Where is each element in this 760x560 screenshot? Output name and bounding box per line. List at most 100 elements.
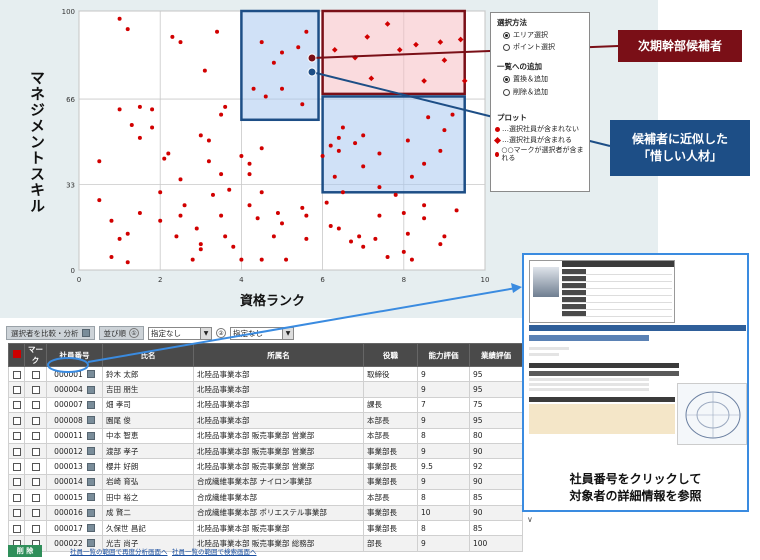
row-mark-cell[interactable] [24,473,47,491]
employee-id-link[interactable]: 000016 [54,508,83,517]
radio-replace-add[interactable]: 置換＆追加 [503,74,548,84]
employee-id-cell[interactable]: 000014 [46,473,103,491]
radio-area-select[interactable]: エリア選択 [503,30,548,40]
row-checkbox[interactable] [12,416,21,425]
table-row[interactable]: 000007 畑 孝司 北陸品事業本部 課長 7 75 [8,396,523,414]
row-select-cell[interactable] [8,412,25,429]
employee-id-link[interactable]: 000004 [54,385,83,394]
mark-checkbox[interactable] [31,386,40,395]
mark-checkbox[interactable] [31,447,40,456]
row-select-cell[interactable] [8,442,25,460]
row-checkbox[interactable] [12,463,21,472]
employee-id-cell[interactable]: 000004 [46,381,103,398]
table-row[interactable]: 000014 岩崎 育弘 合成繊維事業本部 ナイロン事業部 事業部長 9 90 [8,473,523,491]
row-select-cell[interactable] [8,519,25,537]
row-mark-cell[interactable] [24,458,47,475]
row-select-cell[interactable] [8,458,25,475]
row-mark-cell[interactable] [24,381,47,398]
employee-id-cell[interactable]: 000001 [46,365,103,383]
row-mark-cell[interactable] [24,519,47,537]
mark-checkbox[interactable] [31,463,40,472]
table-row[interactable]: 000013 櫻井 好朗 北陸品事業本部 販売事業部 営業部 事業部長 9.5 92 [8,458,523,475]
employee-id-link[interactable]: 000008 [54,416,83,425]
radio-icon[interactable] [503,31,510,39]
row-mark-cell[interactable] [24,442,47,460]
detail-icon[interactable] [86,400,95,409]
detail-icon[interactable] [86,477,95,486]
detail-icon[interactable] [86,385,95,394]
table-row[interactable]: 000016 成 賢二 合成繊維事業本部 ポリエステル事業部 事業部長 10 90 [8,504,523,521]
radio-point-select[interactable]: ポイント選択 [503,42,555,52]
employee-id-cell[interactable]: 000008 [46,412,103,429]
table-row[interactable]: 000012 渡部 孝子 北陸品事業本部 販売事業部 営業部 事業部長 9 90 [8,442,523,460]
employee-id-cell[interactable]: 000017 [46,519,103,537]
sort-select-1[interactable]: 指定なし ▼ [148,326,212,340]
employee-id-cell[interactable]: 000013 [46,458,103,475]
employee-id-cell[interactable]: 000007 [46,396,103,414]
row-mark-cell[interactable] [24,504,47,521]
table-row[interactable]: 000015 田中 裕之 合成繊維事業本部 本部長 8 85 [8,489,523,506]
row-checkbox[interactable] [12,370,21,379]
employee-id-link[interactable]: 000013 [54,462,83,471]
employee-id-cell[interactable]: 000011 [46,427,103,444]
employee-id-cell[interactable]: 000015 [46,489,103,506]
row-select-cell[interactable] [8,365,25,383]
detail-icon[interactable] [86,524,95,533]
table-row[interactable]: 000001 鈴木 太郎 北陸品事業本部 取締役 9 95 [8,365,523,383]
header-select-all[interactable] [8,343,25,367]
detail-icon[interactable] [86,462,95,471]
employee-id-link[interactable]: 000007 [54,400,83,409]
mark-checkbox[interactable] [31,478,40,487]
sort-order-button[interactable]: 並び順 ① [98,326,144,340]
row-mark-cell[interactable] [24,489,47,506]
scroll-down-icon[interactable]: ∨ [527,515,533,524]
mark-checkbox[interactable] [31,416,40,425]
row-select-cell[interactable] [8,396,25,414]
row-mark-cell[interactable] [24,412,47,429]
employee-id-link[interactable]: 000017 [54,524,83,533]
compare-analyze-button[interactable]: 選択者を比較・分析 [6,326,95,340]
mark-checkbox[interactable] [31,524,40,533]
mark-checkbox[interactable] [31,493,40,502]
detail-icon[interactable] [86,431,95,440]
employee-id-link[interactable]: 000014 [54,477,83,486]
detail-icon[interactable] [86,447,95,456]
employee-id-cell[interactable]: 000016 [46,504,103,521]
chevron-down-icon[interactable]: ▼ [282,327,293,339]
mark-checkbox[interactable] [31,401,40,410]
radio-icon[interactable] [503,88,510,96]
radio-delete-add[interactable]: 削除＆追加 [503,87,548,97]
row-select-cell[interactable] [8,473,25,491]
row-mark-cell[interactable] [24,365,47,383]
row-checkbox[interactable] [12,509,21,518]
employee-id-link[interactable]: 000012 [54,447,83,456]
row-select-cell[interactable] [8,381,25,398]
row-checkbox[interactable] [12,478,21,487]
detail-icon[interactable] [86,508,95,517]
table-row[interactable]: 000008 園尾 俊北陸品事業本部 本部長 9 95 [8,412,523,429]
search-screen-link[interactable]: 社員一覧の範囲で検索画面へ [172,546,257,556]
sort-select-2[interactable]: 指定なし ▼ [230,326,294,340]
row-select-cell[interactable] [8,504,25,521]
radio-icon[interactable] [503,43,510,51]
detail-icon[interactable] [86,416,95,425]
row-select-cell[interactable] [8,427,25,444]
detail-icon[interactable] [86,493,95,502]
row-mark-cell[interactable] [24,427,47,444]
row-mark-cell[interactable] [24,396,47,414]
mark-checkbox[interactable] [31,509,40,518]
chevron-down-icon[interactable]: ▼ [200,327,211,339]
radio-icon[interactable] [503,75,510,83]
table-row[interactable]: 000011 中本 智恵 北陸品事業本部 販売事業部 営業部 本部長 8 80 [8,427,523,444]
row-checkbox[interactable] [12,493,21,502]
mark-checkbox[interactable] [31,432,40,441]
detail-icon[interactable] [86,370,95,379]
select-all-checkbox[interactable] [12,350,21,358]
row-select-cell[interactable] [8,489,25,506]
employee-id-link[interactable]: 000015 [54,493,83,502]
employee-id-cell[interactable]: 000012 [46,442,103,460]
row-checkbox[interactable] [12,386,21,395]
table-row[interactable]: 000017 久保世 昌記 北陸品事業本部 販売事業部 事業部長 8 85 [8,519,523,537]
row-checkbox[interactable] [12,401,21,410]
row-checkbox[interactable] [12,447,21,456]
